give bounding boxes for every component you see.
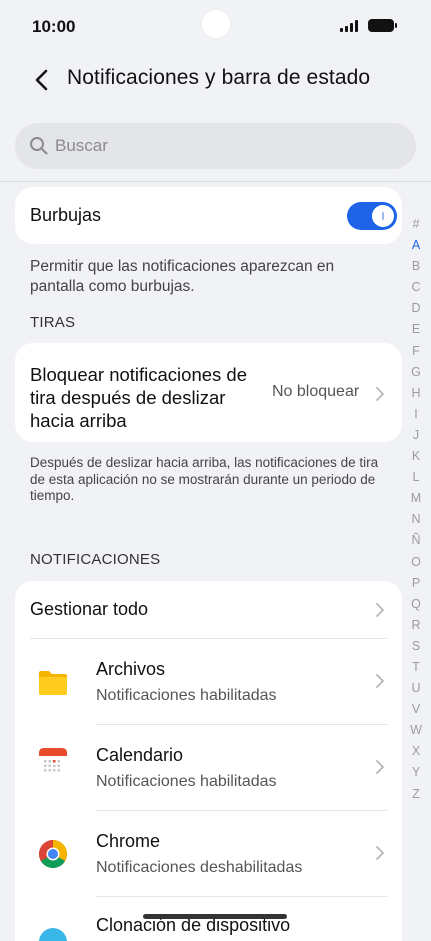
block-banners-label: Bloquear notificaciones de tira después …	[30, 364, 248, 431]
index-letter[interactable]: H	[405, 383, 427, 404]
bubbles-description: Permitir que las notificaciones aparezca…	[30, 258, 335, 295]
manage-all-label: Gestionar todo	[30, 599, 149, 619]
app-status: Notificaciones habilitadas	[96, 687, 277, 704]
index-letter[interactable]: G	[405, 362, 427, 383]
index-letter[interactable]: M	[405, 488, 427, 509]
index-letter[interactable]: R	[405, 615, 427, 636]
app-row-chrome[interactable]: Chrome Notificaciones deshabilitadas	[15, 811, 402, 896]
notifications-section-label: NOTIFICACIONES	[30, 551, 161, 568]
header: Notificaciones y barra de estado	[0, 52, 431, 110]
bubbles-label: Burbujas	[30, 205, 102, 225]
index-letter[interactable]: Y	[405, 762, 427, 783]
chevron-right-icon	[376, 387, 384, 401]
banners-section-label: TIRAS	[30, 314, 76, 331]
index-letter[interactable]: Ñ	[405, 530, 427, 551]
index-letter[interactable]: O	[405, 552, 427, 573]
search-icon	[30, 137, 48, 155]
status-time: 10:00	[32, 17, 76, 36]
index-letter[interactable]: V	[405, 699, 427, 720]
search-input[interactable]: Buscar	[15, 123, 416, 169]
status-bar: 10:00	[0, 0, 431, 52]
index-letter[interactable]: I	[405, 404, 427, 425]
back-arrow-icon[interactable]	[30, 66, 54, 94]
bubbles-row[interactable]: Burbujas	[15, 187, 402, 244]
page-title: Notificaciones y barra de estado	[67, 66, 371, 89]
block-banners-value: No bloquear	[272, 383, 360, 400]
bubbles-toggle[interactable]	[347, 202, 397, 230]
chevron-right-icon	[376, 603, 384, 617]
chrome-icon	[39, 840, 67, 868]
app-name: Chrome	[96, 831, 161, 851]
index-letter[interactable]: S	[405, 636, 427, 657]
index-letter[interactable]: Z	[405, 784, 427, 805]
index-letter[interactable]: A	[405, 235, 427, 256]
index-letter[interactable]: L	[405, 467, 427, 488]
index-letter[interactable]: Q	[405, 594, 427, 615]
index-letter[interactable]: T	[405, 657, 427, 678]
index-letter[interactable]: F	[405, 341, 427, 362]
index-letter[interactable]: X	[405, 741, 427, 762]
block-banners-row[interactable]: Bloquear notificaciones de tira después …	[15, 343, 402, 442]
device-clone-icon	[39, 928, 67, 941]
camera-cutout	[202, 10, 230, 38]
index-letter[interactable]: B	[405, 256, 427, 277]
index-letter[interactable]: J	[405, 425, 427, 446]
app-row-clonacion[interactable]: Clonación de dispositivo	[15, 897, 402, 941]
index-letter[interactable]: E	[405, 319, 427, 340]
index-letter[interactable]: U	[405, 678, 427, 699]
index-letter[interactable]: N	[405, 509, 427, 530]
notifications-list: Gestionar todo Archivos Notificaciones h…	[15, 581, 402, 941]
toggle-knob	[372, 205, 394, 227]
battery-icon	[368, 19, 397, 32]
search-placeholder: Buscar	[55, 136, 108, 155]
banners-description: Después de deslizar hacia arriba, las no…	[30, 455, 379, 503]
index-letter[interactable]: #	[405, 214, 427, 235]
app-status: Notificaciones deshabilitadas	[96, 859, 303, 876]
alphabet-index[interactable]: # A B C D E F G H I J K L M N Ñ O P Q R S T U V W X Y Z	[405, 214, 427, 805]
chevron-right-icon	[376, 674, 384, 688]
divider	[0, 181, 431, 182]
index-letter[interactable]: P	[405, 573, 427, 594]
index-letter[interactable]: C	[405, 277, 427, 298]
app-status: Notificaciones habilitadas	[96, 773, 277, 790]
chevron-right-icon	[376, 846, 384, 860]
chevron-right-icon	[376, 760, 384, 774]
index-letter[interactable]: K	[405, 446, 427, 467]
app-name: Archivos	[96, 659, 166, 679]
manage-all-row[interactable]: Gestionar todo	[15, 581, 402, 638]
app-row-calendario[interactable]: Calendario Notificaciones habilitadas	[15, 725, 402, 810]
home-indicator[interactable]	[143, 914, 287, 919]
index-letter[interactable]: D	[405, 298, 427, 319]
calendar-icon	[39, 748, 67, 775]
app-row-archivos[interactable]: Archivos Notificaciones habilitadas	[15, 639, 402, 724]
signal-icon	[340, 20, 358, 32]
app-name: Calendario	[96, 745, 184, 765]
index-letter[interactable]: W	[405, 720, 427, 741]
files-icon	[39, 671, 67, 695]
